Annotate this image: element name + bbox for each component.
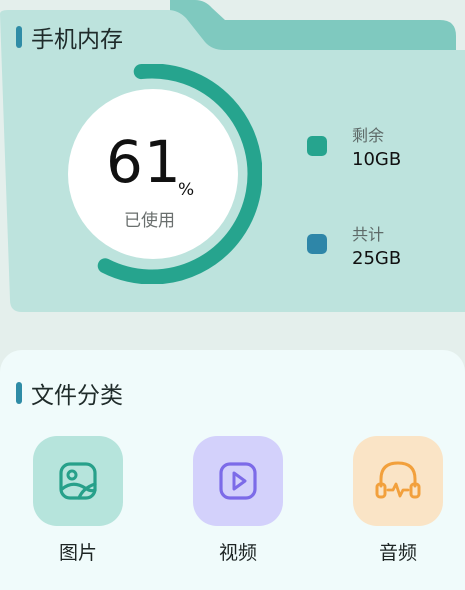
used-percent-unit: % xyxy=(178,180,195,200)
image-icon xyxy=(59,462,97,500)
used-percent-value: 61 xyxy=(106,128,182,196)
category-videos-label[interactable]: 视频 xyxy=(193,538,283,565)
category-images-button[interactable] xyxy=(33,436,123,526)
storage-title-text: 手机内存 xyxy=(31,27,123,53)
categories-title-text: 文件分类 xyxy=(31,383,123,409)
legend-value-remaining: 10GB xyxy=(352,149,402,170)
storage-card[interactable]: 手机内存 61 % 已使用 剩余 10GB 共计 25GB xyxy=(0,0,465,330)
category-audio-label[interactable]: 音频 xyxy=(353,538,443,565)
legend-label-total: 共计 xyxy=(352,225,385,244)
categories-title: 文件分类 xyxy=(16,376,123,410)
video-icon xyxy=(219,462,257,500)
title-marker xyxy=(16,382,22,404)
legend-swatch-remaining xyxy=(307,136,327,156)
file-categories-card: 文件分类 图片 视频 音频 xyxy=(0,350,465,590)
legend-value-total: 25GB xyxy=(352,248,402,269)
category-images-label[interactable]: 图片 xyxy=(33,538,123,565)
storage-title: 手机内存 xyxy=(16,20,123,54)
used-caption: 已使用 xyxy=(124,211,175,231)
title-marker xyxy=(16,26,22,48)
category-videos-button[interactable] xyxy=(193,436,283,526)
category-audio-button[interactable] xyxy=(353,436,443,526)
headphones-icon xyxy=(375,461,421,499)
legend-swatch-total xyxy=(307,234,327,254)
legend-label-remaining: 剩余 xyxy=(352,126,385,145)
